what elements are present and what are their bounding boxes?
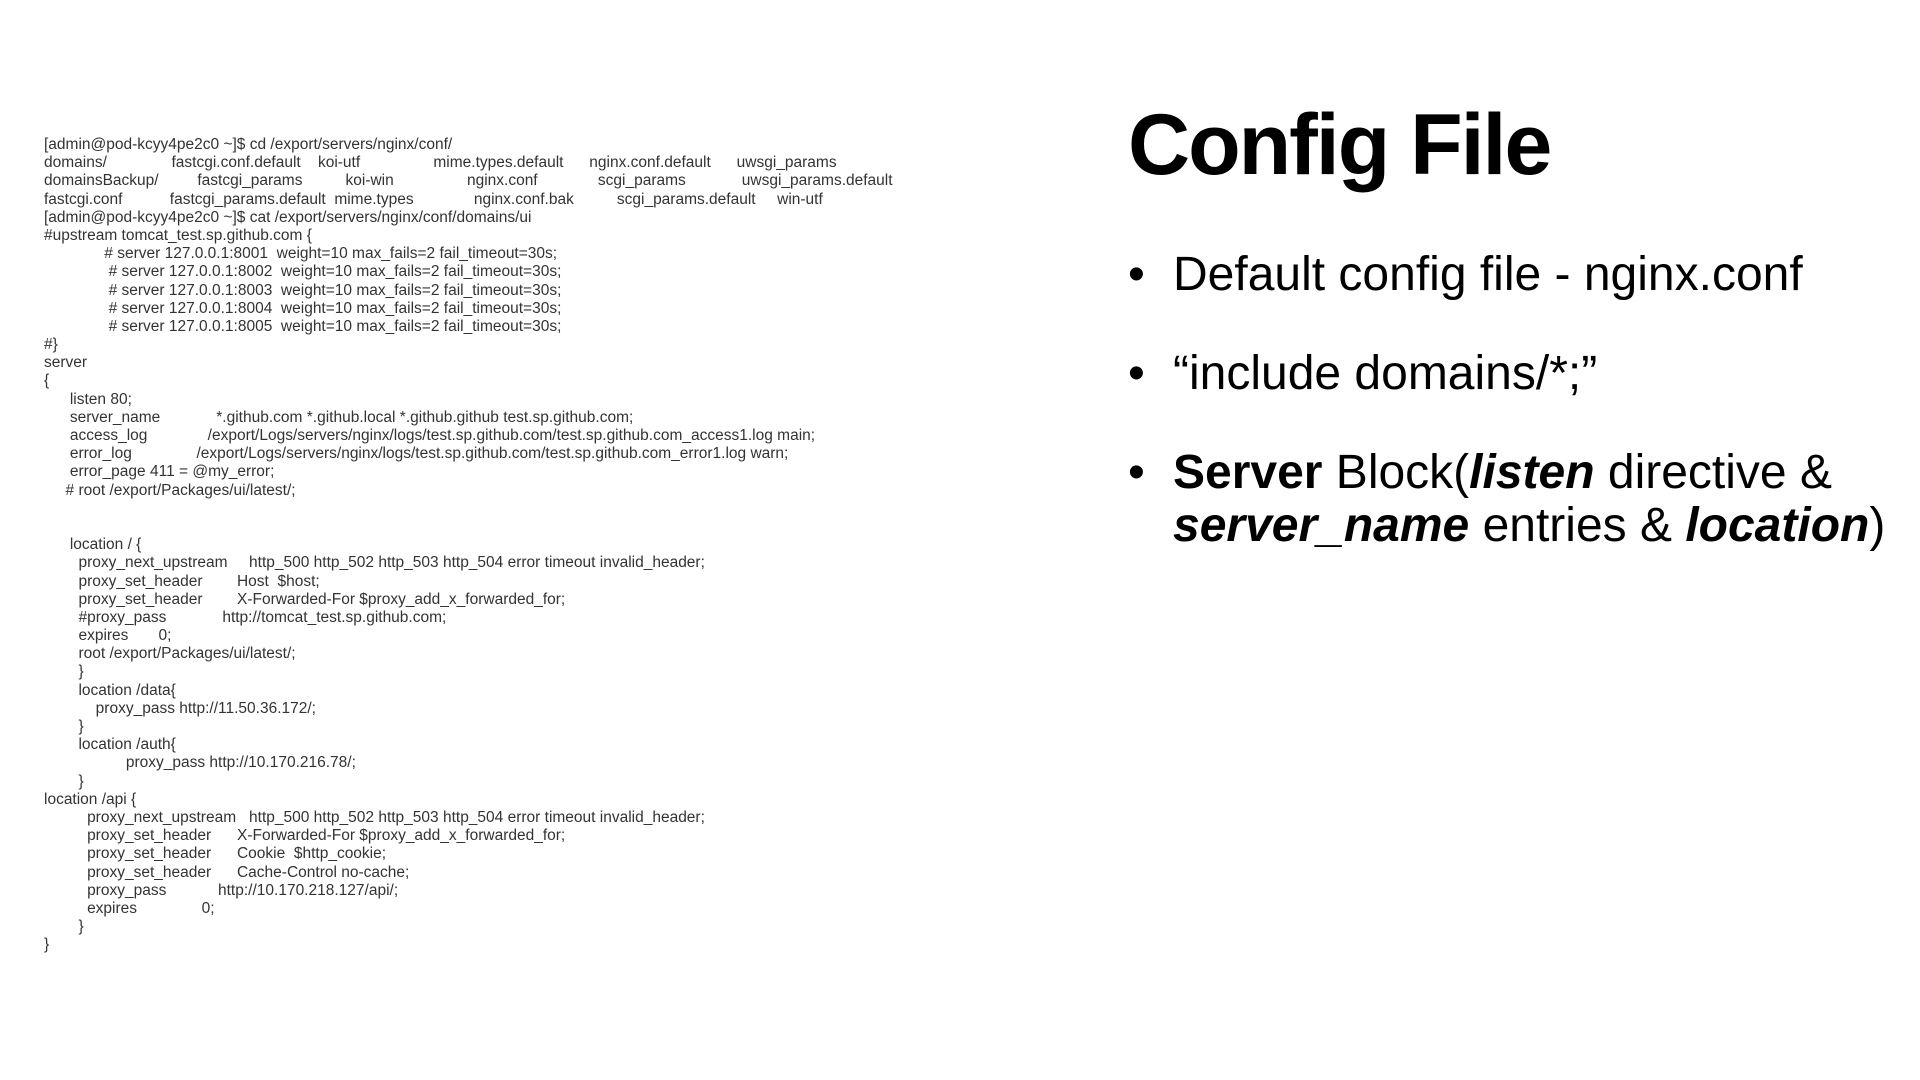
- terminal-line: # server 127.0.0.1:8001 weight=10 max_fa…: [44, 245, 558, 263]
- terminal-line: # server 127.0.0.1:8004 weight=10 max_fa…: [44, 299, 562, 317]
- bullet-text-segment: Server: [1173, 446, 1323, 499]
- terminal-line: proxy_set_header X-Forwarded-For $proxy_…: [44, 827, 566, 845]
- terminal-line: }: [44, 663, 84, 681]
- terminal-line: error_log /export/Logs/servers/nginx/log…: [44, 445, 789, 463]
- terminal-line: }: [44, 936, 50, 954]
- terminal-line: proxy_pass http://11.50.36.172/;: [44, 699, 316, 717]
- terminal-line: expires 0;: [44, 627, 172, 645]
- bullet-dot-icon: •: [1128, 248, 1145, 301]
- terminal-output: [admin@pod-kcyy4pe2c0 ~]$ cd /export/ser…: [44, 136, 1044, 954]
- bullet-item: • Default config file - nginx.conf: [1128, 248, 1888, 301]
- slide-title: Config File: [1128, 97, 1552, 193]
- bullet-dot-icon: •: [1128, 446, 1145, 499]
- bullet-text-segment: Block(: [1322, 446, 1470, 499]
- terminal-line: location /auth{: [44, 736, 176, 754]
- terminal-line: # root /export/Packages/ui/latest/;: [44, 481, 296, 499]
- bullet-dot-icon: •: [1128, 347, 1145, 400]
- terminal-line: }: [44, 918, 84, 936]
- bullet-text-segment: server_name: [1173, 499, 1470, 552]
- terminal-line: proxy_set_header Host $host;: [44, 572, 320, 590]
- terminal-line: domains/ fastcgi.conf.default koi-utf mi…: [44, 154, 837, 172]
- terminal-line: location /data{: [44, 681, 176, 699]
- terminal-line: proxy_set_header Cookie $http_cookie;: [44, 845, 387, 863]
- terminal-line: expires 0;: [44, 899, 215, 917]
- terminal-line: #proxy_pass http://tomcat_test.sp.github…: [44, 608, 447, 626]
- terminal-line: server_name *.github.com *.github.local …: [44, 408, 634, 426]
- bullet-text-segment: Default config file - nginx.conf: [1173, 248, 1803, 301]
- terminal-line: root /export/Packages/ui/latest/;: [44, 645, 296, 663]
- terminal-line: proxy_next_upstream http_500 http_502 ht…: [44, 554, 705, 572]
- terminal-line: #upstream tomcat_test.sp.github.com {: [44, 226, 312, 244]
- terminal-line: location /api {: [44, 790, 137, 808]
- bullet-item: • “include domains/*;”: [1128, 347, 1888, 400]
- terminal-line: proxy_pass http://10.170.216.78/;: [44, 754, 356, 772]
- bullet-text-segment: “include domains/*;”: [1173, 347, 1598, 400]
- terminal-line: proxy_set_header Cache-Control no-cache;: [44, 863, 410, 881]
- bullet-text-segment: listen: [1469, 446, 1595, 499]
- terminal-line: listen 80;: [44, 390, 132, 408]
- terminal-line: # server 127.0.0.1:8003 weight=10 max_fa…: [44, 281, 562, 299]
- bullet-text-segment: entries &: [1469, 499, 1686, 552]
- terminal-line: # server 127.0.0.1:8005 weight=10 max_fa…: [44, 317, 562, 335]
- terminal-line: proxy_next_upstream http_500 http_502 ht…: [44, 808, 705, 826]
- terminal-line: }: [44, 718, 84, 735]
- bullet-list: • Default config file - nginx.conf • “inclu…: [1128, 248, 1888, 598]
- terminal-line: [admin@pod-kcyy4pe2c0 ~]$ cat /export/se…: [44, 208, 532, 226]
- terminal-line: location / {: [44, 536, 142, 554]
- terminal-line: # server 127.0.0.1:8002 weight=10 max_fa…: [44, 263, 562, 281]
- terminal-line: }: [44, 772, 84, 790]
- terminal-line: domainsBackup/ fastcgi_params koi-win ng…: [44, 172, 893, 190]
- terminal-line: fastcgi.conf fastcgi_params.default mime…: [44, 190, 823, 208]
- terminal-line: [admin@pod-kcyy4pe2c0 ~]$ cd /export/ser…: [44, 136, 453, 153]
- terminal-line: {: [44, 372, 50, 390]
- terminal-line: access_log /export/Logs/servers/nginx/lo…: [44, 427, 816, 444]
- bullet-item: • Server Block(listen directive & server_…: [1128, 446, 1888, 552]
- terminal-line: proxy_pass http://10.170.218.127/api/;: [44, 881, 399, 899]
- bullet-text-segment: location: [1685, 499, 1870, 552]
- bullet-text-segment: directive &: [1594, 446, 1832, 499]
- terminal-line: #}: [44, 336, 58, 354]
- bullet-text-segment: ): [1869, 499, 1886, 552]
- terminal-line: server: [44, 354, 88, 372]
- terminal-line: error_page 411 = @my_error;: [44, 463, 275, 481]
- terminal-line: proxy_set_header X-Forwarded-For $proxy_…: [44, 590, 566, 608]
